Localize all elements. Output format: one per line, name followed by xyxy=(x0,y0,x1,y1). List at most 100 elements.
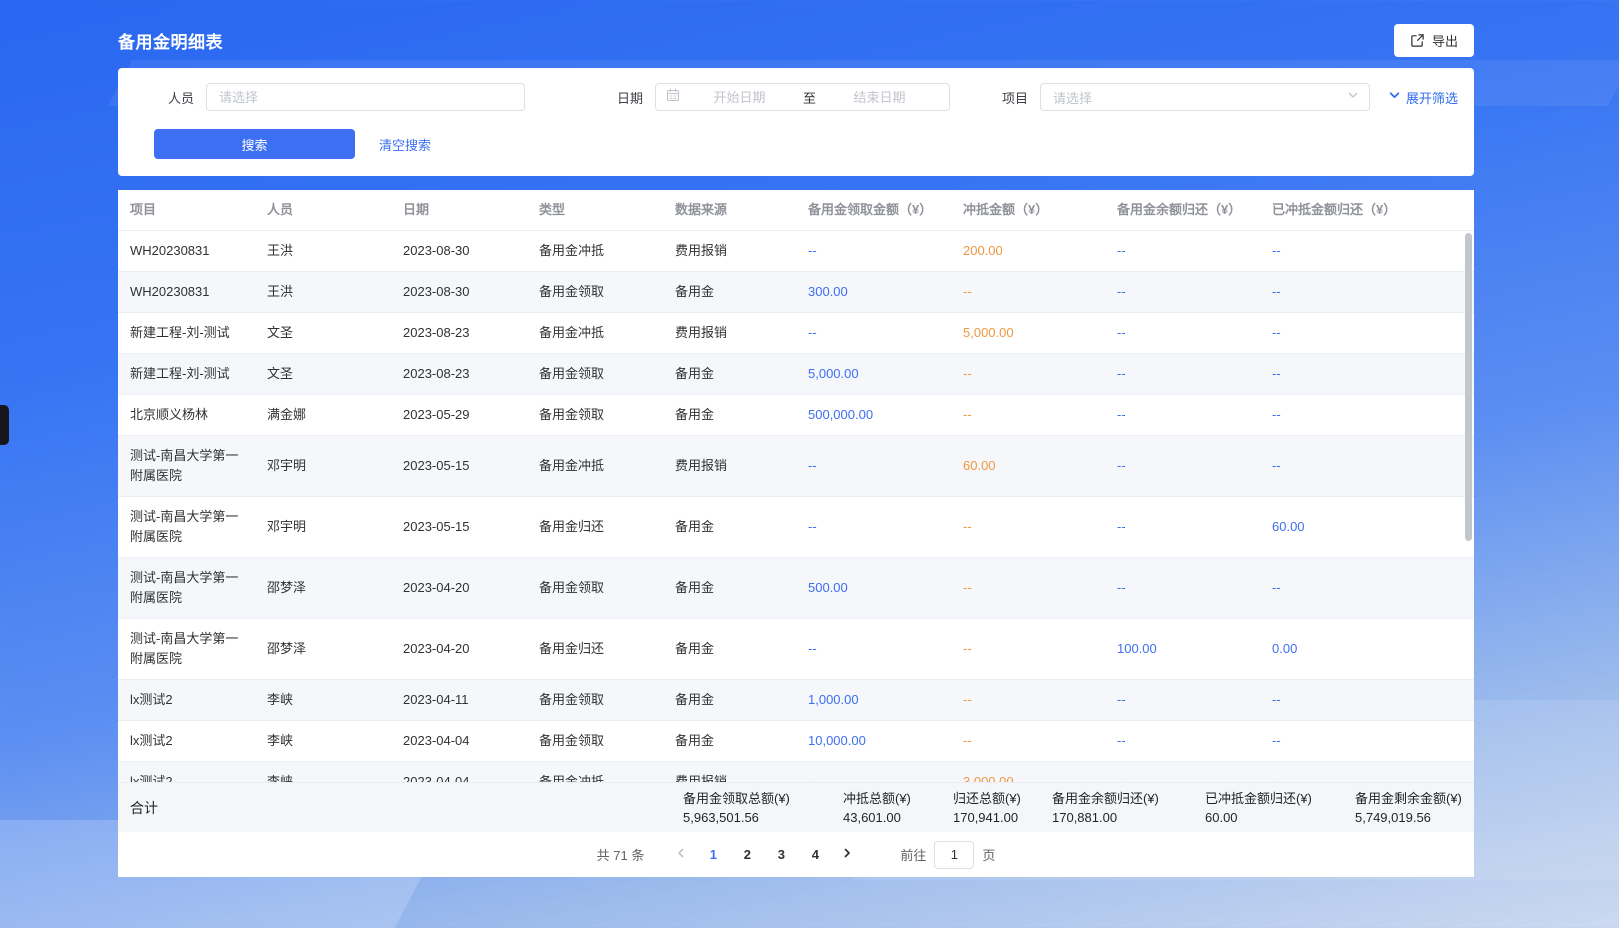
cell-project: 北京顺义杨林 xyxy=(118,395,255,436)
chevron-down-icon xyxy=(1388,89,1401,105)
date-range-picker[interactable]: 至 xyxy=(655,83,950,111)
expand-filters-link[interactable]: 展开筛选 xyxy=(1388,88,1458,107)
cell-offset: -- xyxy=(951,721,1105,762)
summary-item: 备用金剩余金额(¥) 5,749,019.56 xyxy=(1355,790,1474,826)
chevron-down-icon xyxy=(1347,88,1359,106)
cell-person: 李峡 xyxy=(255,762,391,783)
project-select-placeholder: 请选择 xyxy=(1053,88,1092,107)
cell-received: 500.00 xyxy=(796,558,951,619)
cell-received: -- xyxy=(796,619,951,680)
cell-received: 300.00 xyxy=(796,272,951,313)
export-icon xyxy=(1410,33,1425,48)
cell-offset: 5,000.00 xyxy=(951,313,1105,354)
page-number-2[interactable]: 2 xyxy=(732,841,762,869)
table-row: lx测试2李峡2023-04-11备用金领取备用金1,000.00------ xyxy=(118,680,1474,721)
cell-type: 备用金冲抵 xyxy=(527,313,663,354)
table-row: lx测试2李峡2023-04-04备用金领取备用金10,000.00------ xyxy=(118,721,1474,762)
end-date-input[interactable] xyxy=(820,90,939,105)
summary-item-label: 归还总额(¥) xyxy=(953,790,1052,807)
cell-source: 费用报销 xyxy=(663,762,796,783)
table-row: WH20230831王洪2023-08-30备用金领取备用金300.00----… xyxy=(118,272,1474,313)
vertical-scrollbar[interactable] xyxy=(1465,233,1472,541)
cell-balance-return: -- xyxy=(1105,354,1260,395)
table-header-row: 项目 人员 日期 类型 数据来源 备用金领取金额（¥） 冲抵金额（¥） 备用金余… xyxy=(118,190,1474,231)
cell-project: lx测试2 xyxy=(118,680,255,721)
export-button[interactable]: 导出 xyxy=(1394,24,1474,57)
summary-item-value: 5,963,501.56 xyxy=(683,809,843,826)
expand-filters-label: 展开筛选 xyxy=(1406,88,1458,107)
drawer-handle[interactable] xyxy=(0,405,9,445)
cell-date: 2023-08-23 xyxy=(391,354,527,395)
summary-item-label: 冲抵总额(¥) xyxy=(843,790,953,807)
person-select-input[interactable] xyxy=(206,83,525,111)
cell-offset-return: -- xyxy=(1260,436,1474,497)
goto-label: 前往 xyxy=(900,845,926,864)
cell-balance-return: -- xyxy=(1105,436,1260,497)
col-header-received: 备用金领取金额（¥） xyxy=(796,190,951,231)
page-number-3[interactable]: 3 xyxy=(766,841,796,869)
pagination: 共 71 条 1 2 3 4 前往 页 xyxy=(118,832,1474,877)
page-number-4[interactable]: 4 xyxy=(800,841,830,869)
cell-date: 2023-08-30 xyxy=(391,272,527,313)
cell-offset: 60.00 xyxy=(951,436,1105,497)
cell-received: 5,000.00 xyxy=(796,354,951,395)
page-header: 备用金明细表 导出 xyxy=(118,24,1474,57)
summary-item-label: 已冲抵金额归还(¥) xyxy=(1205,790,1355,807)
goto-page-input[interactable] xyxy=(934,841,974,869)
cell-date: 2023-05-29 xyxy=(391,395,527,436)
cell-source: 备用金 xyxy=(663,721,796,762)
summary-item-label: 备用金余额归还(¥) xyxy=(1052,790,1205,807)
table-row: 测试-南昌大学第一附属医院邓宇明2023-05-15备用金归还备用金------… xyxy=(118,497,1474,558)
search-button[interactable]: 搜索 xyxy=(154,129,355,159)
cell-person: 文圣 xyxy=(255,313,391,354)
cell-offset: -- xyxy=(951,395,1105,436)
summary-item-label: 备用金领取总额(¥) xyxy=(683,790,843,807)
next-page-button[interactable] xyxy=(832,841,862,869)
cell-balance-return: -- xyxy=(1105,395,1260,436)
page-number-1[interactable]: 1 xyxy=(698,841,728,869)
cell-balance-return: -- xyxy=(1105,272,1260,313)
cell-project: WH20230831 xyxy=(118,272,255,313)
cell-source: 费用报销 xyxy=(663,313,796,354)
cell-date: 2023-08-23 xyxy=(391,313,527,354)
cell-offset: -- xyxy=(951,619,1105,680)
clear-search-link[interactable]: 清空搜索 xyxy=(379,135,431,154)
prev-page-button[interactable] xyxy=(666,841,696,869)
cell-offset: -- xyxy=(951,680,1105,721)
cell-date: 2023-04-04 xyxy=(391,762,527,783)
petty-cash-table: 项目 人员 日期 类型 数据来源 备用金领取金额（¥） 冲抵金额（¥） 备用金余… xyxy=(118,190,1474,782)
start-date-input[interactable] xyxy=(680,90,799,105)
cell-project: 测试-南昌大学第一附属医院 xyxy=(118,497,255,558)
export-button-label: 导出 xyxy=(1432,31,1458,50)
cell-source: 备用金 xyxy=(663,497,796,558)
cell-date: 2023-05-15 xyxy=(391,436,527,497)
cell-source: 备用金 xyxy=(663,619,796,680)
cell-type: 备用金领取 xyxy=(527,272,663,313)
cell-offset: -- xyxy=(951,558,1105,619)
cell-project: lx测试2 xyxy=(118,721,255,762)
cell-person: 王洪 xyxy=(255,231,391,272)
cell-received: -- xyxy=(796,762,951,783)
project-select[interactable]: 请选择 xyxy=(1040,83,1370,111)
project-filter-label: 项目 xyxy=(970,88,1028,107)
cell-person: 邓宇明 xyxy=(255,436,391,497)
table-row: 测试-南昌大学第一附属医院邵梦泽2023-04-20备用金领取备用金500.00… xyxy=(118,558,1474,619)
summary-label: 合计 xyxy=(130,798,683,818)
project-filter: 项目 请选择 xyxy=(970,83,1370,111)
cell-offset: 200.00 xyxy=(951,231,1105,272)
cell-source: 备用金 xyxy=(663,354,796,395)
cell-type: 备用金冲抵 xyxy=(527,436,663,497)
cell-offset: 3,000.00 xyxy=(951,762,1105,783)
table-row: 北京顺义杨林满金娜2023-05-29备用金领取备用金500,000.00---… xyxy=(118,395,1474,436)
cell-offset-return: -- xyxy=(1260,395,1474,436)
cell-balance-return: -- xyxy=(1105,721,1260,762)
cell-type: 备用金冲抵 xyxy=(527,231,663,272)
cell-project: 测试-南昌大学第一附属医院 xyxy=(118,558,255,619)
cell-source: 备用金 xyxy=(663,272,796,313)
cell-type: 备用金领取 xyxy=(527,558,663,619)
cell-date: 2023-04-04 xyxy=(391,721,527,762)
cell-person: 邓宇明 xyxy=(255,497,391,558)
col-header-type: 类型 xyxy=(527,190,663,231)
cell-received: -- xyxy=(796,313,951,354)
summary-item: 已冲抵金额归还(¥) 60.00 xyxy=(1205,790,1355,826)
